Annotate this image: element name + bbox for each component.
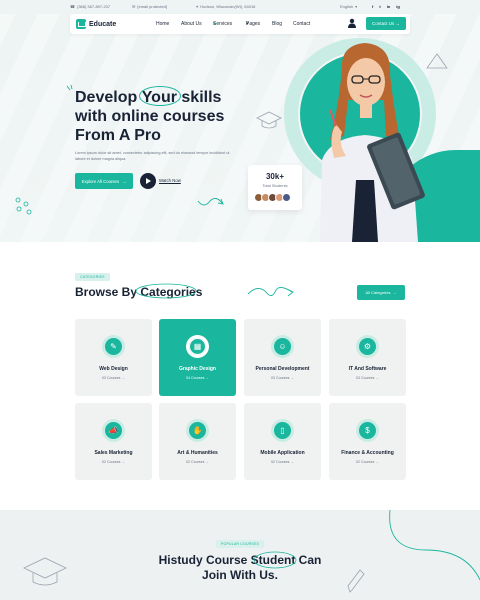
- phone-icon: ☎: [70, 4, 75, 9]
- category-count: 02 Courses →: [271, 460, 294, 464]
- facebook-icon[interactable]: f: [372, 4, 373, 9]
- personal-dev-icon: ☺: [271, 335, 294, 358]
- triangle-ruler-icon: [426, 53, 448, 69]
- category-card-sales-marketing[interactable]: 📣 Sales Marketing 02 Courses →: [75, 403, 152, 480]
- watch-now-link[interactable]: Watch Now: [159, 178, 181, 183]
- categories-badge: Categories: [75, 273, 110, 281]
- play-video-button[interactable]: [140, 173, 156, 189]
- sales-marketing-icon: 📣: [102, 419, 125, 442]
- category-card-graphic-design[interactable]: ▦ Graphic Design 04 Courses →: [159, 319, 236, 396]
- graduation-cap-icon: [256, 111, 282, 129]
- phone-info[interactable]: ☎ (368) 367-897-237: [70, 4, 110, 9]
- category-card-personal-development[interactable]: ☺ Personal Development 03 Courses →: [244, 319, 321, 396]
- category-count: 02 Courses →: [356, 460, 379, 464]
- arrow-right-icon: →: [392, 290, 397, 295]
- category-card-web-design[interactable]: ✎ Web Design 03 Courses →: [75, 319, 152, 396]
- squiggle-arrow-icon: [197, 198, 224, 206]
- mail-icon: ✉: [132, 4, 136, 9]
- sparkle-icon: [66, 84, 73, 91]
- social-links: f t in ig: [372, 4, 400, 9]
- language-select[interactable]: English ▾: [340, 4, 357, 9]
- user-account-icon[interactable]: [348, 18, 356, 28]
- courses-badge: Popular Courses: [216, 540, 265, 548]
- logo-icon: [76, 19, 86, 29]
- nav-about-us[interactable]: About Us: [181, 21, 202, 27]
- hero-subtitle: Lorem ipsum dolor sit amet, consectetur …: [75, 151, 230, 161]
- location-icon: ⌖: [196, 4, 199, 9]
- category-count: 02 Courses →: [186, 460, 209, 464]
- address-info: ⌖ Hudson, Wisconsin(WI), 54016: [196, 4, 256, 9]
- category-count: 02 Courses →: [102, 460, 125, 464]
- nav-services[interactable]: Services ▾: [213, 21, 232, 27]
- all-categories-button[interactable]: All Categories →: [357, 285, 405, 300]
- student-avatars: [254, 193, 291, 202]
- arrow-right-icon: →: [122, 178, 127, 184]
- courses-section: Popular Courses Histudy Course Student C…: [0, 510, 480, 600]
- linkedin-icon[interactable]: in: [387, 4, 391, 9]
- category-card-finance-accounting[interactable]: $ Finance & Accounting 02 Courses →: [329, 403, 406, 480]
- category-name: Art & Humanities: [177, 450, 218, 456]
- finance-icon: $: [356, 419, 379, 442]
- top-info-bar: ☎ (368) 367-897-237 ✉ [email protected] ⌖ H…: [0, 0, 480, 14]
- courses-title-underline: [253, 551, 297, 569]
- hero-title: Develop Your skills with online courses …: [75, 86, 225, 144]
- total-students-card: 30k+ Total Students: [248, 165, 302, 210]
- category-name: Web Design: [99, 366, 128, 372]
- hero-title-highlight: Your: [138, 86, 181, 106]
- category-count: 03 Courses →: [271, 376, 294, 380]
- dots-decoration-icon: [15, 197, 32, 215]
- nav-pages[interactable]: Pages ▾: [246, 21, 260, 27]
- it-software-icon: ⚙: [356, 335, 379, 358]
- hero-instructor-image: [320, 43, 425, 242]
- instagram-icon[interactable]: ig: [396, 4, 400, 9]
- site-logo[interactable]: Educate: [76, 19, 116, 29]
- mobile-app-icon: ▯: [271, 419, 294, 442]
- email-info[interactable]: ✉ [email protected]: [132, 4, 167, 9]
- art-humanities-icon: ✋: [186, 419, 209, 442]
- courses-title: Histudy Course Student Can Join With Us.: [158, 553, 322, 582]
- swirl-arrow-icon: [247, 287, 294, 297]
- chevron-down-icon: ▾: [355, 4, 358, 9]
- category-name: Sales Marketing: [94, 450, 133, 456]
- stat-label: Total Students: [262, 183, 288, 188]
- nav-blog[interactable]: Blog: [272, 21, 282, 27]
- explore-courses-button[interactable]: Explore All Courses →: [75, 173, 133, 189]
- contact-us-button[interactable]: Contact Us →: [366, 17, 406, 30]
- category-card-mobile-application[interactable]: ▯ Mobile Application 02 Courses →: [244, 403, 321, 480]
- category-count: 03 Courses →: [102, 376, 125, 380]
- category-count: 03 Courses →: [356, 376, 379, 380]
- category-name: Mobile Application: [260, 450, 305, 456]
- category-name: Graphic Design: [179, 366, 216, 372]
- arrow-right-icon: →: [395, 21, 401, 26]
- category-name: Finance & Accounting: [341, 450, 394, 456]
- category-card-it-software[interactable]: ⚙ IT And Software 03 Courses →: [329, 319, 406, 396]
- category-card-art-humanities[interactable]: ✋ Art & Humanities 02 Courses →: [159, 403, 236, 480]
- categories-title-underline: [135, 283, 197, 299]
- category-count: 04 Courses →: [186, 376, 209, 380]
- twitter-icon[interactable]: t: [379, 4, 380, 9]
- stat-value: 30k+: [265, 172, 285, 181]
- category-name: Personal Development: [255, 366, 310, 372]
- graphic-design-icon: ▦: [186, 335, 209, 358]
- hero-section: Develop Your skills with online courses …: [0, 0, 480, 242]
- main-navbar: Educate Home About Us Services ▾ Pages ▾…: [70, 14, 410, 34]
- web-design-icon: ✎: [102, 335, 125, 358]
- nav-contact[interactable]: Contact: [293, 21, 310, 27]
- nav-home[interactable]: Home: [156, 21, 169, 27]
- category-name: IT And Software: [348, 366, 387, 372]
